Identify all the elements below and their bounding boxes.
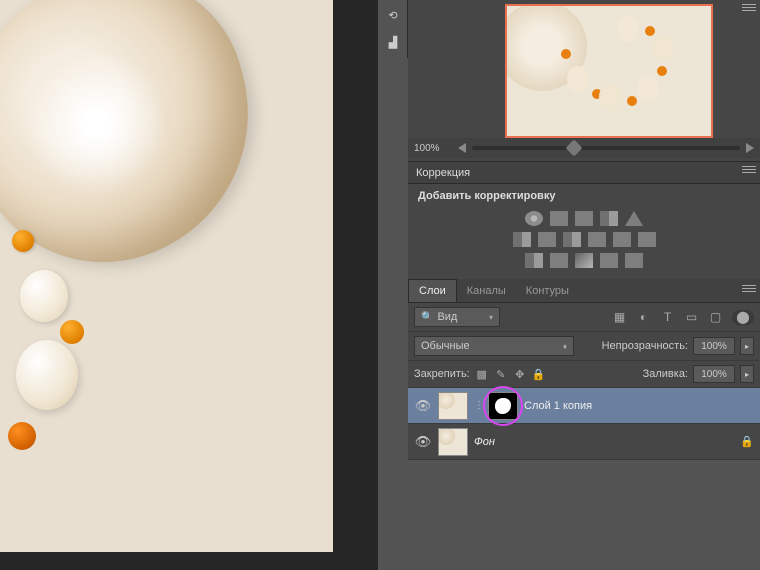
collapsed-dock: ⟲ ▟ xyxy=(378,0,408,58)
lock-label: Закрепить: xyxy=(414,368,470,380)
opacity-value[interactable]: 100% xyxy=(693,337,735,355)
posterize-icon[interactable] xyxy=(550,253,568,268)
navigator-thumbnail[interactable] xyxy=(505,4,713,138)
link-icon[interactable]: ⋮ xyxy=(474,400,482,411)
blend-mode-value: Обычные xyxy=(421,340,470,352)
add-adjustment-label: Добавить корректировку xyxy=(408,184,760,208)
opacity-label: Непрозрачность: xyxy=(602,340,688,352)
filter-kind-label: Вид xyxy=(437,311,457,323)
navigator-panel: 100% xyxy=(408,0,760,162)
filter-adjust-icon[interactable]: ◐ xyxy=(636,310,651,325)
color-balance-icon[interactable] xyxy=(538,232,556,247)
adjustments-title: Коррекция xyxy=(416,167,470,179)
layer-thumbnail[interactable] xyxy=(438,428,468,456)
zoom-slider[interactable] xyxy=(472,146,740,150)
zoom-out-icon[interactable] xyxy=(458,143,466,153)
levels-icon[interactable] xyxy=(550,211,568,226)
blend-mode-dropdown[interactable]: Обычные ♦ xyxy=(414,336,574,356)
opacity-dropdown-icon[interactable]: ▸ xyxy=(740,337,754,355)
fill-dropdown-icon[interactable]: ▸ xyxy=(740,365,754,383)
layer-list: 👁 ⋮ Слой 1 копия 👁 Фон 🔒 xyxy=(408,388,760,460)
layer-name[interactable]: Фон xyxy=(474,436,495,448)
hue-icon[interactable] xyxy=(513,232,531,247)
tab-channels[interactable]: Каналы xyxy=(457,280,516,302)
vibrance-icon[interactable] xyxy=(625,211,643,226)
layer-row[interactable]: 👁 Фон 🔒 xyxy=(408,424,760,460)
exposure-icon[interactable] xyxy=(600,211,618,226)
panel-menu-icon[interactable] xyxy=(742,166,756,176)
lock-icon: 🔒 xyxy=(740,435,754,448)
curves-icon[interactable] xyxy=(575,211,593,226)
filter-type-icon[interactable]: T xyxy=(660,310,675,325)
threshold-icon[interactable] xyxy=(575,253,593,268)
gradient-map-icon[interactable] xyxy=(600,253,618,268)
adjustments-panel: Коррекция Добавить корректировку xyxy=(408,162,760,279)
canvas-image xyxy=(0,0,333,552)
tab-layers[interactable]: Слои xyxy=(408,279,457,302)
tab-paths[interactable]: Контуры xyxy=(516,280,579,302)
layer-thumbnail[interactable] xyxy=(438,392,468,420)
photo-filter-icon[interactable] xyxy=(588,232,606,247)
layers-panel: 🔍 Вид ▾ ▦ ◐ T ▭ ▢ ⬤ Обычные ♦ Н xyxy=(408,303,760,570)
zoom-in-icon[interactable] xyxy=(746,143,754,153)
lock-transparency-icon[interactable]: ▩ xyxy=(475,367,489,381)
fill-label: Заливка: xyxy=(643,368,688,380)
layer-filter-kind[interactable]: 🔍 Вид ▾ xyxy=(414,307,500,327)
bw-icon[interactable] xyxy=(563,232,581,247)
filter-toggle[interactable]: ⬤ xyxy=(732,310,754,325)
filter-shape-icon[interactable]: ▭ xyxy=(684,310,699,325)
brightness-icon[interactable] xyxy=(525,211,543,226)
zoom-value[interactable]: 100% xyxy=(414,143,452,154)
panel-menu-icon[interactable] xyxy=(742,285,756,295)
document-canvas[interactable] xyxy=(0,0,378,570)
highlight-ring xyxy=(483,386,523,426)
stamp-icon[interactable]: ▟ xyxy=(381,30,405,54)
visibility-icon[interactable]: 👁 xyxy=(414,434,432,450)
filter-smart-icon[interactable]: ▢ xyxy=(708,310,723,325)
color-lookup-icon[interactable] xyxy=(638,232,656,247)
selective-color-icon[interactable] xyxy=(625,253,643,268)
channel-mixer-icon[interactable] xyxy=(613,232,631,247)
layers-tabs: Слои Каналы Контуры xyxy=(408,279,760,303)
history-icon[interactable]: ⟲ xyxy=(381,3,405,27)
visibility-icon[interactable]: 👁 xyxy=(414,398,432,414)
fill-value[interactable]: 100% xyxy=(693,365,735,383)
filter-pixel-icon[interactable]: ▦ xyxy=(612,310,627,325)
lock-position-icon[interactable]: ✥ xyxy=(513,367,527,381)
lock-pixels-icon[interactable]: ✎ xyxy=(494,367,508,381)
invert-icon[interactable] xyxy=(525,253,543,268)
layer-name[interactable]: Слой 1 копия xyxy=(524,400,592,412)
layer-row[interactable]: 👁 ⋮ Слой 1 копия xyxy=(408,388,760,424)
layer-mask-thumbnail[interactable] xyxy=(488,392,518,420)
panel-menu-icon[interactable] xyxy=(742,4,756,14)
lock-all-icon[interactable]: 🔒 xyxy=(532,367,546,381)
